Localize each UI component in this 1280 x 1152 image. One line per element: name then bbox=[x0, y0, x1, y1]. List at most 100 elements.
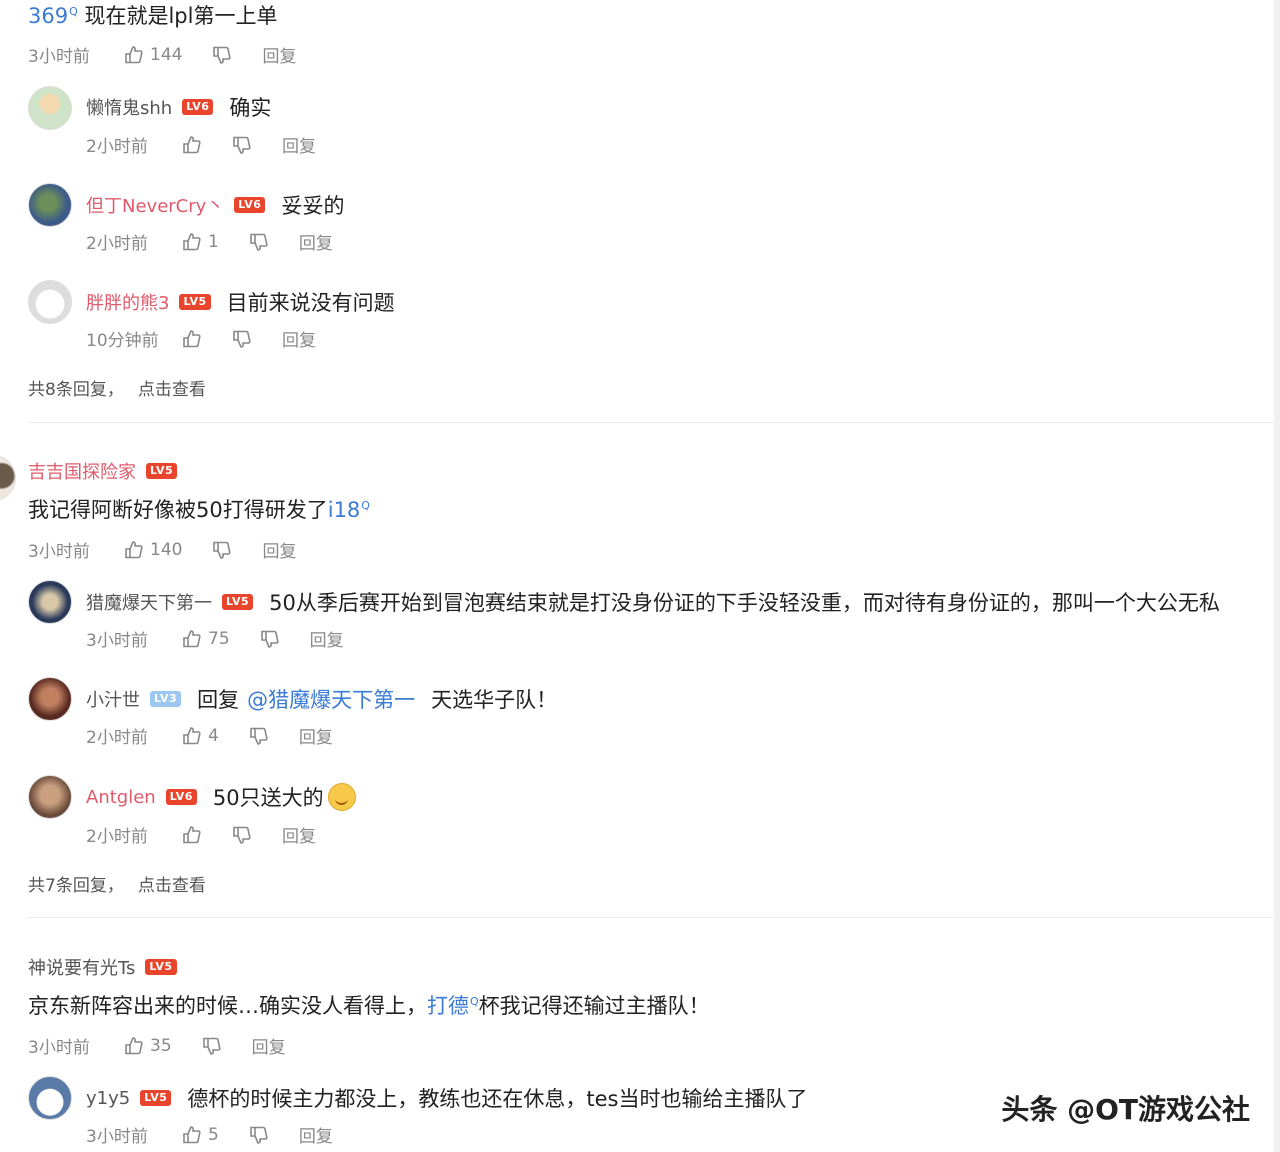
comment-username[interactable]: 吉吉国探险家 bbox=[28, 458, 136, 484]
search-mark-icon: Q bbox=[470, 995, 479, 1008]
reply-text: 妥妥的 bbox=[281, 194, 345, 218]
reply-count: 共8条回复， bbox=[28, 380, 124, 400]
comment-2-link[interactable]: i18 bbox=[328, 498, 361, 522]
avatar[interactable] bbox=[28, 86, 72, 130]
like-button[interactable]: 140 bbox=[124, 540, 182, 560]
reply-meta: 2小时前 回复 bbox=[86, 822, 346, 847]
level-badge: LV5 bbox=[146, 463, 178, 479]
thumb-down-icon bbox=[249, 726, 269, 746]
dislike-button[interactable] bbox=[249, 726, 269, 746]
reply-username[interactable]: 猎魔爆天下第一 bbox=[86, 589, 212, 615]
view-more-link[interactable]: 点击查看 bbox=[138, 876, 206, 896]
like-count: 75 bbox=[208, 628, 230, 649]
thumb-down-icon bbox=[232, 825, 252, 845]
dislike-button[interactable] bbox=[260, 629, 280, 649]
comment-1-meta: 3小时前 144 回复 bbox=[28, 42, 326, 68]
view-more-link[interactable]: 点击查看 bbox=[138, 380, 206, 400]
like-button[interactable] bbox=[182, 825, 202, 845]
like-count: 4 bbox=[208, 725, 219, 746]
dislike-button[interactable] bbox=[249, 1125, 269, 1145]
thumb-up-icon bbox=[182, 232, 202, 252]
reply-button[interactable]: 回复 bbox=[262, 537, 296, 562]
reply-time: 2小时前 bbox=[86, 137, 148, 157]
reply-username[interactable]: 小汁世 bbox=[86, 686, 140, 712]
scrollbar[interactable] bbox=[1274, 0, 1280, 1152]
avatar[interactable] bbox=[28, 183, 72, 227]
avatar[interactable] bbox=[0, 455, 16, 501]
like-button[interactable] bbox=[182, 135, 202, 155]
reply-item: Antglen LV6 50只送大的 bbox=[86, 782, 356, 812]
comment-time: 3小时前 bbox=[28, 47, 90, 67]
reply-time: 2小时前 bbox=[86, 234, 148, 254]
reply-prefix: 回复 bbox=[197, 688, 240, 712]
like-count: 1 bbox=[208, 231, 219, 252]
thumb-up-icon bbox=[182, 726, 202, 746]
reply-text: 天选华子队！ bbox=[431, 688, 558, 712]
reply-button[interactable]: 回复 bbox=[282, 822, 316, 847]
level-badge: LV5 bbox=[145, 959, 177, 975]
reply-text: 德杯的时候主力都没上，教练也还在休息，tes当时也输给主播队了 bbox=[187, 1087, 808, 1111]
reply-time: 3小时前 bbox=[86, 631, 148, 651]
reply-text: 50从季后赛开始到冒泡赛结束就是打没身份证的下手没轻没重，而对待有身份证的，那叫… bbox=[269, 591, 1220, 615]
grin-emoji-icon bbox=[327, 783, 356, 811]
reply-meta: 2小时前 1 回复 bbox=[86, 229, 363, 255]
avatar[interactable] bbox=[28, 580, 72, 624]
level-badge: LV6 bbox=[165, 789, 197, 805]
reply-button[interactable]: 回复 bbox=[252, 1033, 286, 1058]
dislike-button[interactable] bbox=[202, 1036, 222, 1056]
level-badge: LV5 bbox=[179, 294, 211, 310]
reply-username[interactable]: 懒惰鬼shh bbox=[86, 94, 172, 120]
thumb-down-icon bbox=[232, 329, 252, 349]
reply-button[interactable]: 回复 bbox=[310, 626, 344, 651]
comment-2-body: 我记得阿断好像被50打得研发了 bbox=[28, 498, 328, 522]
reply-button[interactable]: 回复 bbox=[299, 229, 333, 254]
dislike-button[interactable] bbox=[232, 329, 252, 349]
reply-username[interactable]: Antglen bbox=[86, 787, 156, 808]
like-button[interactable]: 5 bbox=[182, 1125, 219, 1145]
comment-divider bbox=[28, 917, 1280, 918]
reply-meta: 2小时前 4 回复 bbox=[86, 723, 363, 749]
reply-button[interactable]: 回复 bbox=[262, 42, 296, 67]
like-button[interactable]: 35 bbox=[124, 1036, 172, 1056]
reply-item: 猎魔爆天下第一 LV5 50从季后赛开始到冒泡赛结束就是打没身份证的下手没轻没重… bbox=[86, 587, 1220, 617]
like-button[interactable]: 1 bbox=[182, 232, 219, 252]
reply-button[interactable]: 回复 bbox=[282, 326, 316, 351]
dislike-button[interactable] bbox=[212, 45, 232, 65]
reply-meta: 2小时前 回复 bbox=[86, 132, 346, 157]
avatar[interactable] bbox=[28, 1076, 72, 1120]
dislike-button[interactable] bbox=[232, 825, 252, 845]
avatar[interactable] bbox=[28, 775, 72, 819]
comment-3-text: 京东新阵容出来的时候…确实没人看得上，打德Q杯我记得还输过主播队！ bbox=[28, 990, 710, 1020]
comment-1-link[interactable]: 369 bbox=[28, 4, 68, 28]
like-button[interactable]: 144 bbox=[124, 45, 182, 65]
thumb-down-icon bbox=[202, 1036, 222, 1056]
comment-2-header: 吉吉国探险家 LV5 bbox=[28, 458, 178, 484]
like-button[interactable] bbox=[182, 329, 202, 349]
reply-button[interactable]: 回复 bbox=[299, 723, 333, 748]
reply-button[interactable]: 回复 bbox=[282, 132, 316, 157]
reply-username[interactable]: y1y5 bbox=[86, 1088, 130, 1109]
comment-2-meta: 3小时前 140 回复 bbox=[28, 537, 326, 563]
like-button[interactable]: 4 bbox=[182, 726, 219, 746]
reply-button[interactable]: 回复 bbox=[299, 1122, 333, 1147]
dislike-button[interactable] bbox=[232, 135, 252, 155]
comment-3-link[interactable]: 打德 bbox=[427, 994, 469, 1018]
comment-username[interactable]: 神说要有光Ts bbox=[28, 954, 135, 980]
search-mark-icon: Q bbox=[69, 5, 78, 18]
reply-username[interactable]: 胖胖的熊3 bbox=[86, 289, 169, 315]
like-button[interactable]: 75 bbox=[182, 629, 230, 649]
level-badge: LV5 bbox=[140, 1090, 172, 1106]
thumb-up-icon bbox=[182, 629, 202, 649]
mention-link[interactable]: @猎魔爆天下第一 bbox=[247, 684, 415, 714]
avatar[interactable] bbox=[28, 280, 72, 324]
dislike-button[interactable] bbox=[212, 540, 232, 560]
level-badge: LV6 bbox=[182, 99, 214, 115]
reply-username[interactable]: 但丁NeverCry丶 bbox=[86, 192, 224, 218]
view-more-replies[interactable]: 共7条回复， 点击查看 bbox=[28, 871, 206, 896]
view-more-replies[interactable]: 共8条回复， 点击查看 bbox=[28, 375, 206, 400]
thumb-up-icon bbox=[182, 135, 202, 155]
thumb-down-icon bbox=[232, 135, 252, 155]
comment-1-text: 369Q 现在就是lpl第一上单 bbox=[28, 0, 277, 30]
avatar[interactable] bbox=[28, 677, 72, 721]
dislike-button[interactable] bbox=[249, 232, 269, 252]
